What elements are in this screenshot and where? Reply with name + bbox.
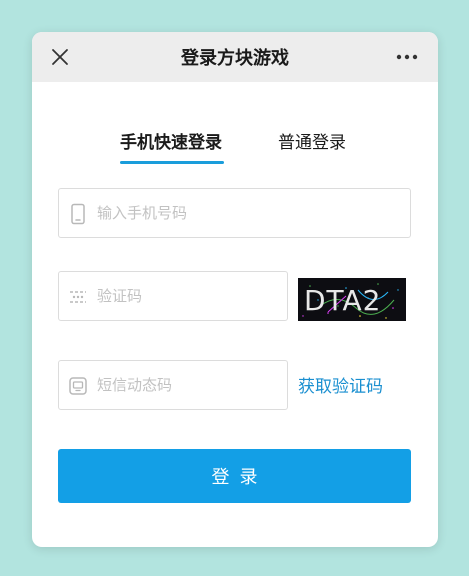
tab-quick-login[interactable]: 手机快速登录 — [120, 128, 222, 153]
captcha-field[interactable] — [58, 271, 288, 321]
phone-input[interactable] — [97, 189, 397, 237]
page-title: 登录方块游戏 — [181, 48, 289, 69]
sms-code-input[interactable] — [97, 361, 277, 409]
phone-field[interactable] — [58, 188, 411, 238]
login-dialog: 登录方块游戏 手机快速登录 普通登录 输入手机号码 验证码 DTA2 短信动态码… — [32, 32, 438, 547]
sms-code-field[interactable] — [58, 360, 288, 410]
get-code-link[interactable]: 获取验证码 — [298, 372, 383, 397]
tab-normal-login[interactable]: 普通登录 — [278, 128, 346, 153]
more-icon[interactable] — [396, 50, 418, 64]
login-button[interactable]: 登录 — [58, 449, 411, 503]
captcha-icon — [70, 291, 86, 303]
title-bar: 登录方块游戏 — [32, 32, 438, 82]
active-tab-indicator — [120, 161, 224, 164]
phone-icon — [71, 203, 85, 225]
login-tabs: 手机快速登录 普通登录 — [32, 128, 438, 168]
captcha-text: DTA2 — [304, 284, 382, 317]
message-icon — [69, 377, 87, 395]
captcha-image[interactable]: DTA2 — [298, 278, 406, 321]
captcha-input[interactable] — [97, 272, 277, 320]
